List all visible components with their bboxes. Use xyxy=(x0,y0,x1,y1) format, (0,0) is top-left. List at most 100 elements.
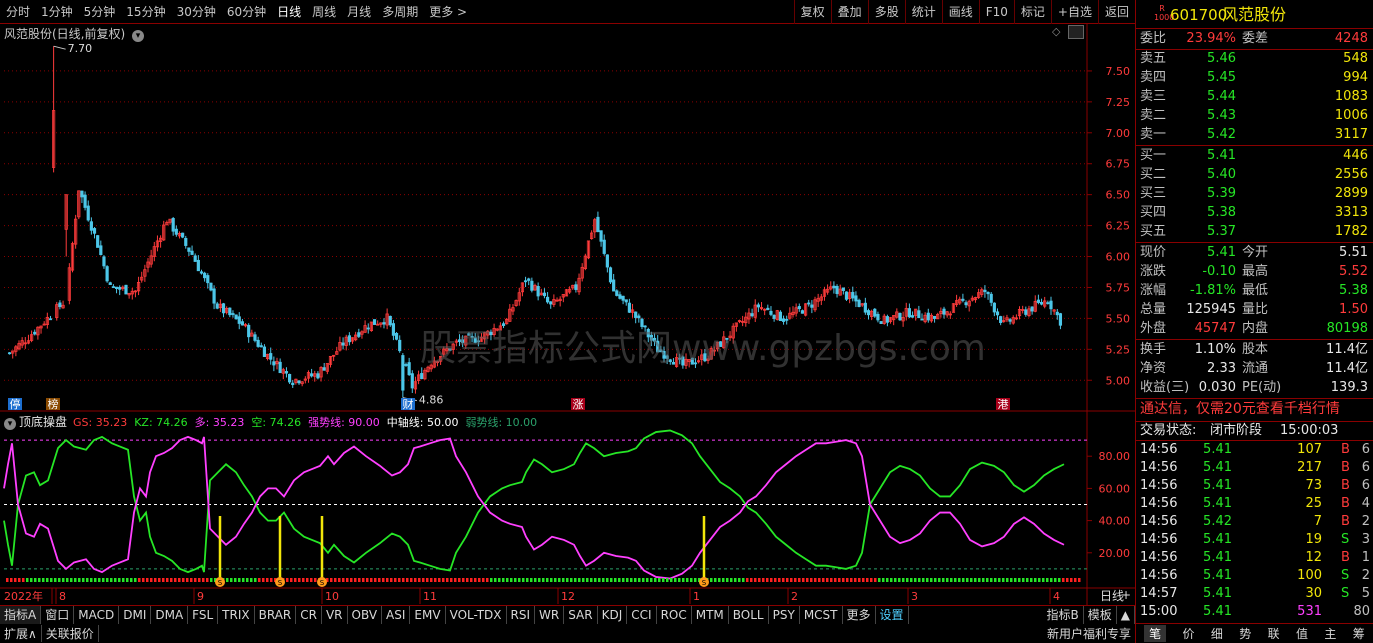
asks-row-2[interactable]: 卖三 5.44 1083 xyxy=(1136,87,1372,106)
indicator-tab-16[interactable]: SAR xyxy=(564,605,598,624)
stat-value: 5.38 xyxy=(1339,283,1368,298)
indicator-tab-23[interactable]: MCST xyxy=(800,605,843,624)
asks-row-4[interactable]: 卖一 5.42 3117 xyxy=(1136,125,1372,144)
indicator-tab-0[interactable]: 指标A xyxy=(0,605,42,624)
candle-body xyxy=(986,291,990,295)
indicator-tab-11[interactable]: ASI xyxy=(382,605,411,624)
strip-dot xyxy=(50,578,53,582)
indicator-tab-2[interactable]: MACD xyxy=(74,605,120,624)
event-tag-0[interactable]: 停 xyxy=(8,397,22,411)
strip-dot xyxy=(630,578,633,582)
strip-dot xyxy=(502,578,505,582)
indicator-tab-14[interactable]: RSI xyxy=(507,605,536,624)
indicator-tab-1[interactable]: 窗口 xyxy=(41,605,75,624)
strip-dot xyxy=(470,578,473,582)
quote-tab-6[interactable]: 主 xyxy=(1324,625,1336,642)
extension-tab-1[interactable]: 关联报价 xyxy=(42,624,99,642)
candle-body xyxy=(1039,301,1044,305)
strip-dot xyxy=(170,578,173,582)
level-volume: 1782 xyxy=(1334,224,1368,239)
strip-dot xyxy=(398,578,401,582)
bids-row-2[interactable]: 买三 5.39 2899 xyxy=(1136,184,1372,203)
indicator-tab-8[interactable]: CR xyxy=(296,605,322,624)
indicator-tab-5[interactable]: FSL xyxy=(188,605,219,624)
bids-row-3[interactable]: 买四 5.38 3313 xyxy=(1136,203,1372,222)
strip-dot xyxy=(478,578,481,582)
buy-signal-1[interactable]: S xyxy=(275,516,285,587)
event-tag-2[interactable]: 财 xyxy=(401,397,415,411)
quote-tab-2[interactable]: 细 xyxy=(1211,625,1223,642)
indicator-tab-4[interactable]: DMA xyxy=(151,605,189,624)
price-tick-label: 6.25 xyxy=(1106,220,1131,233)
quote-tab-7[interactable]: 筹 xyxy=(1353,625,1365,642)
extension-tab-0[interactable]: 扩展∧ xyxy=(0,624,42,642)
indicator-tab-9[interactable]: VR xyxy=(322,605,348,624)
level-volume: 1083 xyxy=(1334,89,1368,104)
event-tag-4[interactable]: 港 xyxy=(996,398,1010,411)
quote-tab-5[interactable]: 值 xyxy=(1296,625,1308,642)
candle-body xyxy=(989,293,993,303)
event-tag-3[interactable]: 涨 xyxy=(571,398,585,411)
indicator-tab-7[interactable]: BRAR xyxy=(255,605,297,624)
bids-row-0[interactable]: 买一 5.41 446 xyxy=(1136,146,1372,165)
indicator-tab-3[interactable]: DMI xyxy=(119,605,152,624)
bids-row-4[interactable]: 买五 5.37 1782 xyxy=(1136,222,1372,241)
indicator-tab-21[interactable]: BOLL xyxy=(729,605,769,624)
tick-volume: 217 xyxy=(1297,460,1322,475)
tick-price: 5.41 xyxy=(1203,496,1232,511)
promo-link[interactable]: 新用户福利专享 xyxy=(1043,625,1135,642)
quote-tab-4[interactable]: 联 xyxy=(1268,625,1280,642)
level-volume: 994 xyxy=(1343,70,1368,85)
indicator-tab-25[interactable]: 设置 xyxy=(876,605,909,624)
quote-tab-3[interactable]: 势 xyxy=(1239,625,1251,642)
indicator-tab-22[interactable]: PSY xyxy=(769,605,800,624)
indicator-toggle-icon[interactable]: ▾ xyxy=(4,418,16,430)
indicator-tab-10[interactable]: OBV xyxy=(348,605,383,624)
indicator-tab-24[interactable]: 更多 xyxy=(843,605,876,624)
asks-row-1[interactable]: 卖四 5.45 994 xyxy=(1136,68,1372,87)
candle-body xyxy=(187,247,191,252)
indicator-tab-12[interactable]: EMV xyxy=(410,605,446,624)
asks-row-0[interactable]: 卖五 5.46 548 xyxy=(1136,49,1372,68)
quote-tab-1[interactable]: 价 xyxy=(1183,625,1195,642)
buy-signal-0[interactable]: S xyxy=(215,516,225,587)
indicator-tab-13[interactable]: VOL-TDX xyxy=(446,605,507,624)
extension-tabs: 扩展∧ 关联报价 新用户福利专享 xyxy=(0,623,1135,643)
bids-row-1[interactable]: 买二 5.40 2556 xyxy=(1136,165,1372,184)
bottom-right-0[interactable]: 指标B xyxy=(1043,605,1084,624)
strip-dot xyxy=(738,578,741,582)
price-tick-label: 5.00 xyxy=(1106,374,1131,387)
indicator-tab-17[interactable]: KDJ xyxy=(598,605,628,624)
strip-dot xyxy=(962,578,965,582)
quote-tab-0[interactable]: 笔 xyxy=(1144,625,1167,642)
candle-body xyxy=(545,296,550,303)
indicator-tab-20[interactable]: MTM xyxy=(692,605,729,624)
strip-dot xyxy=(38,578,41,582)
ad-banner[interactable]: 通达信，仅需20元查看千档行情 xyxy=(1136,400,1372,420)
strip-dot xyxy=(310,578,313,582)
tick-time: 14:56 xyxy=(1140,478,1178,493)
asks-row-3[interactable]: 卖二 5.43 1006 xyxy=(1136,106,1372,125)
candle-body xyxy=(212,288,216,304)
stat-value: 5.52 xyxy=(1339,264,1368,279)
signal-label: S xyxy=(218,579,223,587)
event-tag-1[interactable]: 榜 xyxy=(46,397,60,411)
candle-body xyxy=(634,311,638,318)
strip-dot xyxy=(114,578,117,582)
quote-tabs: 笔价细势联值主筹 xyxy=(1136,623,1373,643)
indicator-tab-6[interactable]: TRIX xyxy=(218,605,255,624)
level-price: 5.43 xyxy=(1207,108,1236,123)
strip-dot xyxy=(670,578,673,582)
candle-body xyxy=(857,299,861,308)
indicator-tab-15[interactable]: WR xyxy=(535,605,565,624)
indicator-tab-18[interactable]: CCI xyxy=(627,605,657,624)
candle-body xyxy=(102,256,106,267)
strip-dot xyxy=(950,578,953,582)
zoom-button-1[interactable]: + xyxy=(1121,588,1131,602)
bottom-right-1[interactable]: 模板 xyxy=(1084,605,1117,624)
zoom-button-0[interactable]: - xyxy=(1103,588,1107,602)
bottom-right-2[interactable]: ▲ xyxy=(1117,605,1135,624)
tick-price: 5.42 xyxy=(1203,514,1232,529)
indicator-tab-19[interactable]: ROC xyxy=(657,605,692,624)
buy-signal-2[interactable]: S xyxy=(317,516,327,587)
